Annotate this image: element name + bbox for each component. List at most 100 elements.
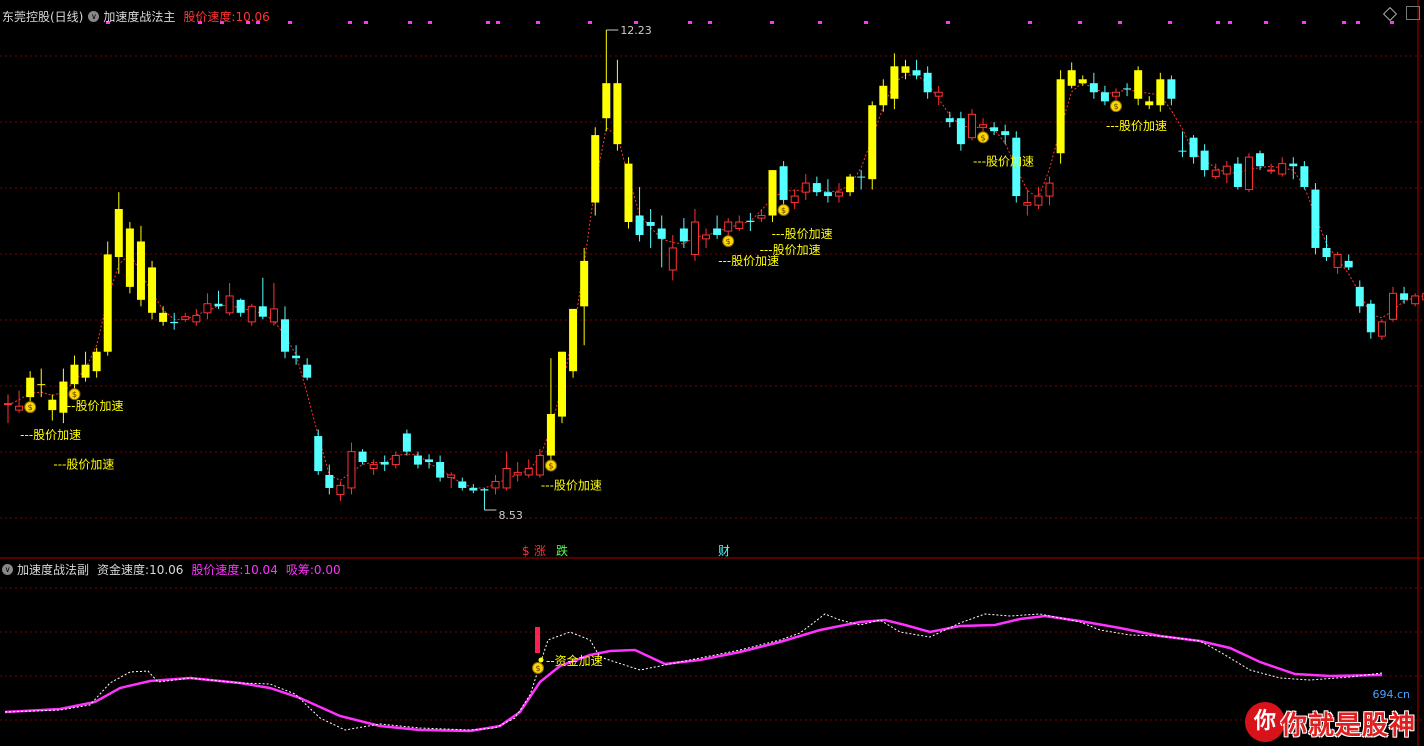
signal-label: ---股价加速 bbox=[62, 399, 123, 413]
candle-body bbox=[469, 487, 478, 491]
event-marker: $ bbox=[522, 544, 530, 558]
money-bag-symbol: $ bbox=[548, 462, 553, 471]
speed-label: 股价速度: bbox=[183, 10, 236, 24]
close-icon[interactable] bbox=[1406, 6, 1420, 20]
candle-body bbox=[1001, 131, 1010, 136]
candle-body bbox=[1355, 286, 1364, 307]
money-bag-symbol: $ bbox=[1113, 102, 1118, 111]
top-signal-dot bbox=[946, 21, 950, 24]
candle-body bbox=[757, 215, 766, 219]
candle-body bbox=[303, 364, 312, 378]
money-bag-symbol: $ bbox=[28, 403, 33, 412]
candle-body bbox=[402, 433, 411, 452]
candle-body bbox=[702, 234, 711, 240]
chevron-down-icon[interactable]: ∨ bbox=[2, 564, 13, 575]
candle-body bbox=[447, 474, 456, 479]
candle-body bbox=[967, 113, 976, 139]
top-signal-dot bbox=[1228, 21, 1232, 24]
candle-body bbox=[1045, 182, 1054, 197]
chevron-down-icon[interactable]: ∨ bbox=[88, 11, 100, 22]
candle-body bbox=[1411, 295, 1420, 305]
candle-body bbox=[1112, 91, 1120, 97]
candle-body bbox=[380, 462, 389, 465]
candle-body bbox=[458, 481, 467, 488]
candle-body bbox=[1389, 292, 1397, 320]
candle-body bbox=[768, 170, 777, 216]
sub-indicator-name[interactable]: 加速度战法副 bbox=[17, 561, 89, 578]
top-signal-dot bbox=[818, 21, 822, 24]
candle-body bbox=[1233, 163, 1242, 187]
candle-body bbox=[1200, 150, 1209, 171]
candle-body bbox=[1211, 169, 1220, 178]
candle-body bbox=[70, 364, 79, 385]
main-indicator-name[interactable]: 加速度战法主 bbox=[103, 8, 175, 25]
candle-body bbox=[203, 303, 212, 314]
candle-body bbox=[258, 306, 267, 317]
candle-body bbox=[724, 221, 733, 232]
candle-body bbox=[1333, 253, 1342, 268]
candle-body bbox=[613, 83, 622, 145]
top-signal-dot bbox=[1356, 21, 1360, 24]
fund-signal-bar bbox=[535, 627, 540, 653]
candle-body bbox=[657, 228, 666, 239]
candle-body bbox=[247, 305, 256, 323]
candle-body bbox=[236, 299, 245, 313]
high-price-label: 12.23 bbox=[620, 24, 652, 37]
candle-body bbox=[1322, 247, 1331, 258]
candle-body bbox=[635, 215, 644, 235]
candle-body bbox=[159, 312, 168, 322]
candle-body bbox=[1123, 88, 1132, 90]
candle-body bbox=[956, 118, 965, 145]
candle-body bbox=[136, 241, 145, 300]
event-marker: 财 bbox=[718, 544, 730, 558]
candle-body bbox=[336, 484, 345, 495]
top-signal-dot bbox=[1342, 21, 1346, 24]
candle-body bbox=[823, 192, 832, 197]
chart-stage: 12.23 8.53 $ ---股价加速 ---股价加速 $ ---股价加速 $ ---股价加速… bbox=[0, 0, 1424, 746]
money-bag-symbol: $ bbox=[535, 664, 540, 673]
watermark-text: 你就是股神 bbox=[1280, 711, 1416, 741]
watermark-url: 694.cn bbox=[1372, 688, 1410, 701]
event-marker: 跌 bbox=[556, 543, 568, 558]
candle-body bbox=[1167, 79, 1176, 99]
signal-label: ---股价加速 bbox=[20, 428, 81, 442]
candle-body bbox=[1178, 150, 1187, 152]
candle-body bbox=[890, 66, 899, 99]
candle-body bbox=[524, 467, 533, 476]
candle-body bbox=[901, 66, 910, 73]
candle-body bbox=[26, 377, 35, 398]
candle-body bbox=[602, 83, 611, 119]
candle-body bbox=[646, 222, 655, 226]
candle-body bbox=[1067, 70, 1076, 86]
candle-body bbox=[1244, 156, 1253, 191]
candle-body bbox=[1222, 165, 1231, 175]
main-panel-header: 东莞控股(日线) ∨ 加速度战法主 股价速度: 10.06 bbox=[2, 8, 270, 25]
top-signal-dot bbox=[408, 21, 412, 24]
candle-body bbox=[192, 314, 201, 323]
candle-body bbox=[690, 221, 699, 255]
candle-body bbox=[1023, 202, 1032, 206]
candle-body bbox=[1344, 260, 1353, 268]
candle-body bbox=[436, 462, 445, 478]
signal-label: ---股价加速 bbox=[772, 227, 833, 241]
candle-body bbox=[846, 176, 855, 193]
candle-body bbox=[369, 464, 378, 469]
candle-body bbox=[1267, 169, 1276, 172]
event-marker: 涨 bbox=[534, 543, 546, 558]
top-signal-dot bbox=[588, 21, 592, 24]
candle-body bbox=[580, 260, 589, 307]
candle-body bbox=[325, 474, 334, 488]
candle-body bbox=[480, 489, 489, 491]
money-bag-symbol: $ bbox=[980, 133, 985, 142]
candle-body bbox=[114, 209, 123, 258]
candle-body bbox=[281, 319, 289, 352]
candle-body bbox=[812, 183, 821, 193]
top-signal-dot bbox=[1390, 21, 1394, 24]
candle-body bbox=[391, 455, 400, 466]
top-signal-dot bbox=[428, 21, 432, 24]
site-watermark-logo: 你 你就是股神 694.cn bbox=[1244, 688, 1416, 742]
top-signal-dot bbox=[348, 21, 352, 24]
candle-body bbox=[746, 220, 755, 222]
candle-body bbox=[15, 405, 24, 411]
top-signal-dot bbox=[864, 21, 868, 24]
